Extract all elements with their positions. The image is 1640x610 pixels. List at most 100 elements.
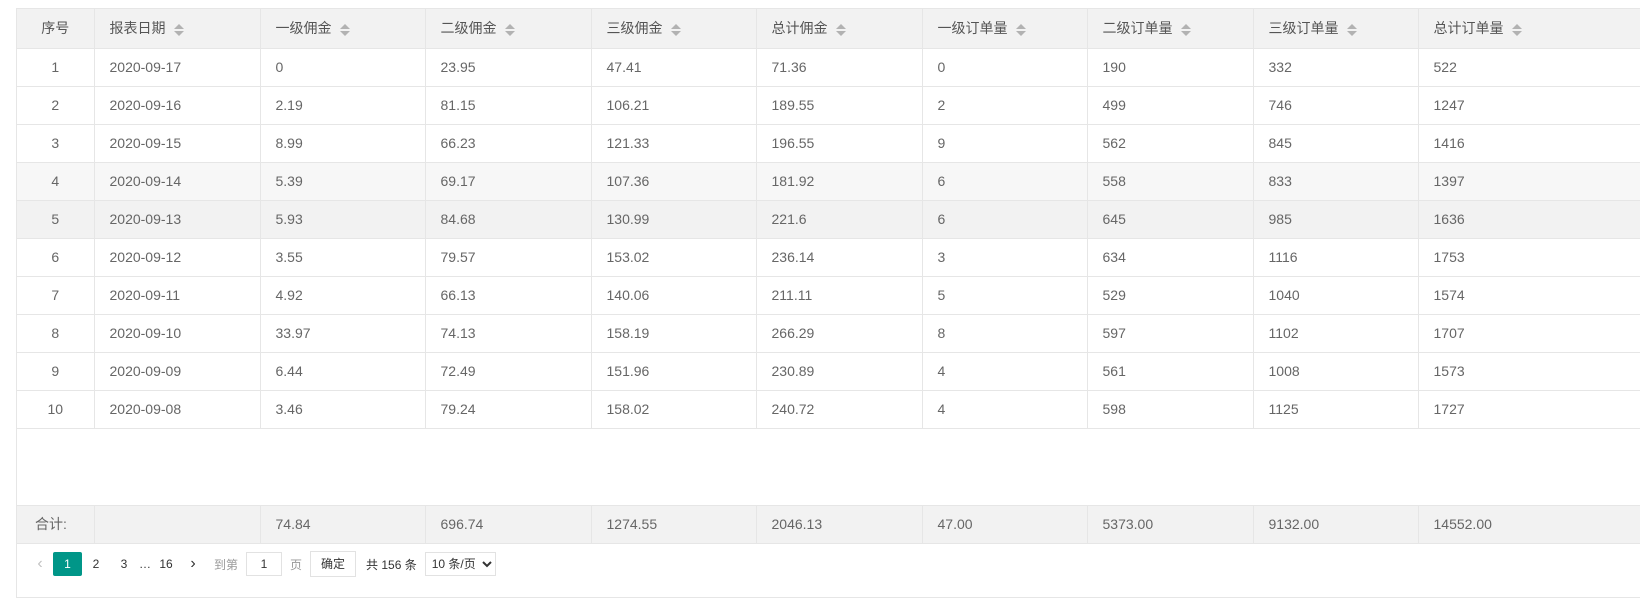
cell-total-commission: 71.36 [756,48,923,87]
cell-level2-commission: 23.95 [425,48,592,87]
cell-date: 2020-09-09 [94,352,261,391]
cell-level3-orders: 332 [1253,48,1419,87]
total-count: 共 156 条 [366,557,417,572]
table-row[interactable]: 9 2020-09-09 6.44 72.49 151.96 230.89 4 561 1008… [17,352,1640,391]
table-row[interactable]: 7 2020-09-11 4.92 66.13 140.06 211.11 5 529 1040… [17,276,1640,315]
table-row[interactable]: 6 2020-09-12 3.55 79.57 153.02 236.14 3 634 1116… [17,238,1640,277]
cell-total-orders: 1727 [1418,390,1640,429]
table-empty-area [17,429,1640,506]
cell-level1-orders: 2 [922,86,1088,125]
cell-index: 1 [17,48,95,87]
cell-level2-commission: 66.23 [425,124,592,163]
column-header-level2-commission[interactable]: 二级佣金 [425,9,592,49]
sort-icon[interactable] [1015,23,1026,37]
sort-icon[interactable] [1346,23,1357,37]
data-table-panel: 序号 报表日期 一级佣金 二级佣金 三级佣金 总计佣金 一级订单量 二级订单量 … [16,8,1640,598]
cell-total-orders: 1636 [1418,200,1640,239]
cell-date: 2020-09-17 [94,48,261,87]
cell-level1-commission: 8.99 [260,124,426,163]
column-header-total-commission[interactable]: 总计佣金 [756,9,923,49]
column-header-level2-orders[interactable]: 二级订单量 [1087,9,1254,49]
confirm-button[interactable]: 确定 [310,551,357,577]
page-size-select[interactable]: 10 条/页 [424,552,496,576]
cell-level3-orders: 833 [1253,162,1419,201]
cell-date: 2020-09-11 [94,276,261,315]
sort-icon[interactable] [504,23,515,37]
cell-level1-orders: 6 [922,200,1088,239]
cell-index: 5 [17,200,95,239]
column-header-level1-commission[interactable]: 一级佣金 [260,9,426,49]
cell-level3-commission: 158.19 [591,314,757,353]
cell-level2-commission: 66.13 [425,276,592,315]
goto-page-input[interactable] [246,552,283,576]
cell-level3-commission: 121.33 [591,124,757,163]
table-row[interactable]: 10 2020-09-08 3.46 79.24 158.02 240.72 4 598 112… [17,390,1640,429]
cell-total-commission: 181.92 [756,162,923,201]
table-row[interactable]: 1 2020-09-17 0 23.95 47.41 71.36 0 190 332 522 [17,48,1640,87]
sort-icon[interactable] [339,23,350,37]
page-button-2[interactable]: 2 [82,552,110,576]
cell-level2-commission: 74.13 [425,314,592,353]
cell-level1-commission: 5.39 [260,162,426,201]
cell-level2-orders: 558 [1087,162,1254,201]
totals-cell: 9132.00 [1253,505,1419,544]
cell-date: 2020-09-10 [94,314,261,353]
page-ellipsis: … [139,557,151,571]
cell-level1-commission: 6.44 [260,352,426,391]
cell-level3-commission: 151.96 [591,352,757,391]
cell-total-orders: 1397 [1418,162,1640,201]
column-header-date[interactable]: 报表日期 [94,9,261,49]
cell-level1-commission: 3.55 [260,238,426,277]
totals-cell: 5373.00 [1087,505,1254,544]
totals-cell: 1274.55 [591,505,757,544]
cell-total-orders: 1574 [1418,276,1640,315]
cell-level2-commission: 79.24 [425,390,592,429]
cell-level2-commission: 84.68 [425,200,592,239]
table-row[interactable]: 4 2020-09-14 5.39 69.17 107.36 181.92 6 558 833 1… [17,162,1640,201]
table-row[interactable]: 3 2020-09-15 8.99 66.23 121.33 196.55 9 562 845 1… [17,124,1640,163]
cell-total-orders: 1753 [1418,238,1640,277]
cell-total-commission: 189.55 [756,86,923,125]
cell-level3-orders: 1102 [1253,314,1419,353]
table-row[interactable]: 2 2020-09-16 2.19 81.15 106.21 189.55 2 499 746 1… [17,86,1640,125]
cell-level2-commission: 81.15 [425,86,592,125]
cell-total-commission: 221.6 [756,200,923,239]
sort-icon[interactable] [670,23,681,37]
column-header-level3-commission[interactable]: 三级佣金 [591,9,757,49]
cell-total-orders: 522 [1418,48,1640,87]
table-row[interactable]: 5 2020-09-13 5.93 84.68 130.99 221.6 6 645 985 16… [17,200,1640,239]
table-row[interactable]: 8 2020-09-10 33.97 74.13 158.19 266.29 8 597 110… [17,314,1640,353]
totals-cell: 47.00 [922,505,1088,544]
cell-level2-orders: 529 [1087,276,1254,315]
cell-level3-commission: 47.41 [591,48,757,87]
sort-icon[interactable] [1511,23,1522,37]
pagination: ‹ 1 2 3 … 16 › 到第 页 确定 共 156 条 10 条/页 [17,544,1640,584]
cell-total-commission: 230.89 [756,352,923,391]
cell-level2-orders: 499 [1087,86,1254,125]
totals-cell: 2046.13 [756,505,923,544]
column-header-level3-orders[interactable]: 三级订单量 [1253,9,1419,49]
sort-icon[interactable] [835,23,846,37]
cell-level1-commission: 3.46 [260,390,426,429]
cell-level1-commission: 5.93 [260,200,426,239]
sort-icon[interactable] [1180,23,1191,37]
sort-icon[interactable] [173,23,184,37]
column-header-level1-orders[interactable]: 一级订单量 [922,9,1088,49]
cell-total-orders: 1247 [1418,86,1640,125]
cell-date: 2020-09-14 [94,162,261,201]
cell-level1-orders: 4 [922,390,1088,429]
chevron-right-icon[interactable]: › [180,555,206,573]
column-header-total-orders[interactable]: 总计订单量 [1418,9,1640,49]
cell-level2-orders: 634 [1087,238,1254,277]
page-button-1[interactable]: 1 [53,552,82,576]
cell-level2-commission: 69.17 [425,162,592,201]
page-button-3[interactable]: 3 [110,552,138,576]
cell-level1-orders: 5 [922,276,1088,315]
cell-level3-commission: 130.99 [591,200,757,239]
cell-level3-commission: 106.21 [591,86,757,125]
cell-total-commission: 196.55 [756,124,923,163]
cell-level3-commission: 107.36 [591,162,757,201]
cell-total-commission: 266.29 [756,314,923,353]
chevron-left-icon[interactable]: ‹ [27,555,53,573]
page-button-last[interactable]: 16 [152,552,180,576]
